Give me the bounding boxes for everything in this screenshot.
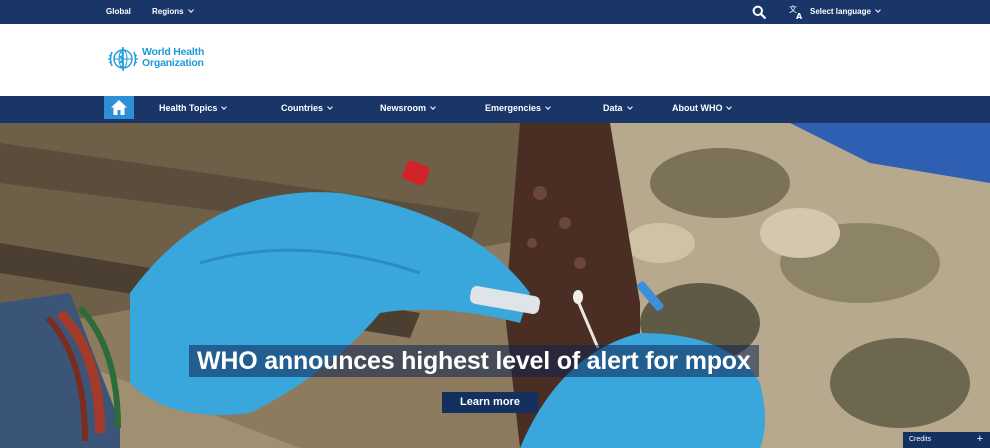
nav-about-who[interactable]: About WHO bbox=[672, 96, 733, 121]
home-icon bbox=[111, 100, 127, 115]
nav-label: Emergencies bbox=[485, 103, 542, 113]
nav-data[interactable]: Data bbox=[603, 96, 633, 121]
global-link[interactable]: Global bbox=[106, 0, 131, 24]
nav-label: Countries bbox=[281, 103, 324, 113]
chevron-down-icon bbox=[430, 104, 436, 110]
chevron-down-icon bbox=[545, 104, 551, 110]
home-button[interactable] bbox=[104, 96, 134, 119]
nav-health-topics[interactable]: Health Topics bbox=[159, 96, 228, 121]
hero-banner: WHO announces highest level of alert for… bbox=[0, 123, 990, 448]
language-label: Select language bbox=[810, 7, 871, 16]
credits-button[interactable]: Credits + bbox=[903, 432, 990, 448]
plus-icon: + bbox=[976, 433, 983, 445]
chevron-down-icon bbox=[875, 7, 881, 13]
logo-line-2: Organization bbox=[142, 57, 204, 69]
hero-headline[interactable]: WHO announces highest level of alert for… bbox=[189, 345, 759, 377]
search-icon[interactable] bbox=[752, 5, 766, 19]
chevron-down-icon bbox=[726, 104, 733, 110]
language-selector[interactable]: Select language bbox=[810, 0, 881, 24]
nav-newsroom[interactable]: Newsroom bbox=[380, 96, 436, 121]
credits-label: Credits bbox=[909, 436, 932, 443]
chevron-down-icon bbox=[327, 104, 333, 110]
learn-more-button[interactable]: Learn more bbox=[442, 392, 538, 413]
chevron-down-icon bbox=[626, 104, 633, 110]
nav-label: Data bbox=[603, 103, 623, 113]
chevron-down-icon bbox=[221, 104, 228, 110]
chevron-down-icon bbox=[187, 7, 194, 13]
nav-label: Health Topics bbox=[159, 103, 218, 113]
translate-icon[interactable]: 文 A bbox=[788, 4, 804, 20]
logo-band: World Health Organization bbox=[0, 24, 990, 96]
main-navigation: Health Topics Countries Newsroom Emergen… bbox=[0, 96, 990, 123]
regions-dropdown[interactable]: Regions bbox=[152, 0, 194, 24]
nav-countries[interactable]: Countries bbox=[281, 96, 333, 121]
regions-label: Regions bbox=[152, 7, 184, 16]
nav-label: About WHO bbox=[672, 103, 723, 113]
top-utility-bar: Global Regions 文 A Select language bbox=[0, 0, 990, 24]
who-emblem-icon[interactable] bbox=[107, 44, 139, 74]
nav-emergencies[interactable]: Emergencies bbox=[485, 96, 551, 121]
svg-text:A: A bbox=[796, 12, 803, 20]
nav-label: Newsroom bbox=[380, 103, 427, 113]
who-logo-text[interactable]: World Health Organization bbox=[142, 47, 204, 69]
